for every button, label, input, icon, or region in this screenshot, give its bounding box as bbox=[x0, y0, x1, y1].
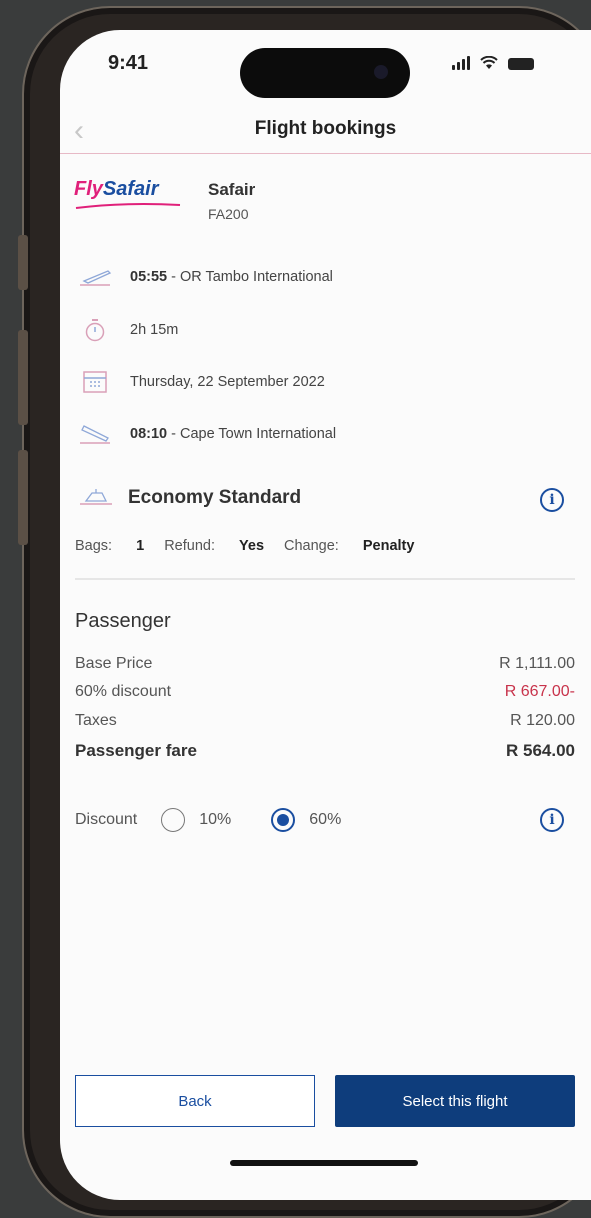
discount-option-60[interactable]: 60% bbox=[309, 811, 341, 829]
status-bar: 9:41 bbox=[60, 30, 591, 110]
refund-info: Refund: Yes bbox=[164, 538, 265, 554]
signal-icon bbox=[452, 56, 470, 70]
discount-radio-60[interactable] bbox=[271, 808, 296, 832]
flysafair-logo: FlySafair bbox=[74, 178, 159, 200]
duration-text: 2h 15m bbox=[130, 322, 179, 338]
discount-label: Discount bbox=[75, 811, 138, 828]
departure-airport: - OR Tambo International bbox=[167, 269, 333, 285]
price-row-discount: 60% discount R 667.00- bbox=[75, 683, 575, 700]
volume-down-button bbox=[18, 450, 28, 545]
discount-option-10[interactable]: 10% bbox=[199, 811, 231, 829]
passenger-title: Passenger bbox=[75, 610, 171, 632]
volume-up-button bbox=[18, 330, 28, 425]
discount-selector: Discount 10% 60% bbox=[75, 808, 341, 832]
app-screen: 9:41 ‹ Flight bookings FlySafair Safair … bbox=[60, 30, 591, 1200]
page-title: Flight bookings bbox=[254, 118, 397, 139]
date-row: Thursday, 22 September 2022 bbox=[78, 365, 325, 399]
nav-header: ‹ Flight bookings bbox=[60, 110, 591, 154]
departure-row: 05:55 - OR Tambo International bbox=[78, 260, 333, 294]
fare-class-name: Economy Standard bbox=[128, 487, 302, 508]
airline-name: Safair bbox=[208, 180, 256, 199]
takeoff-icon bbox=[78, 264, 112, 290]
section-divider bbox=[75, 578, 575, 580]
status-icons bbox=[452, 56, 534, 70]
discount-radio-10[interactable] bbox=[161, 808, 186, 832]
arrival-time: 08:10 bbox=[130, 426, 168, 442]
fare-conditions: Bags: 1 Refund: Yes Change: Penalty bbox=[75, 538, 434, 554]
duration-row: 2h 15m bbox=[78, 313, 178, 347]
bags-info: Bags: 1 bbox=[75, 538, 145, 554]
seat-icon bbox=[78, 485, 114, 511]
fare-class-row: Economy Standard bbox=[78, 485, 301, 511]
date-text: Thursday, 22 September 2022 bbox=[130, 374, 325, 390]
landing-icon bbox=[78, 421, 112, 447]
back-button[interactable]: Back bbox=[75, 1075, 315, 1127]
silent-switch bbox=[18, 235, 28, 290]
price-row-base: Base Price R 1,111.00 bbox=[75, 655, 575, 672]
select-flight-button[interactable]: Select this flight bbox=[335, 1075, 575, 1127]
departure-time: 05:55 bbox=[130, 269, 168, 285]
arrival-airport: - Cape Town International bbox=[167, 426, 337, 442]
dynamic-island bbox=[240, 48, 410, 98]
timer-icon bbox=[78, 317, 112, 343]
discount-info-icon[interactable]: i bbox=[540, 808, 564, 832]
wifi-icon bbox=[480, 56, 498, 69]
calendar-icon bbox=[78, 369, 112, 395]
arrival-row: 08:10 - Cape Town International bbox=[78, 417, 336, 451]
status-time: 9:41 bbox=[108, 52, 149, 74]
home-indicator[interactable] bbox=[230, 1160, 418, 1166]
flight-number: FA200 bbox=[208, 206, 249, 222]
battery-icon bbox=[508, 58, 534, 70]
logo-swoosh-icon bbox=[75, 203, 181, 209]
price-row-taxes: Taxes R 120.00 bbox=[75, 712, 575, 729]
price-row-total: Passenger fare R 564.00 bbox=[75, 741, 575, 760]
change-info: Change: Penalty bbox=[284, 538, 415, 554]
fare-info-icon[interactable]: i bbox=[540, 488, 564, 512]
